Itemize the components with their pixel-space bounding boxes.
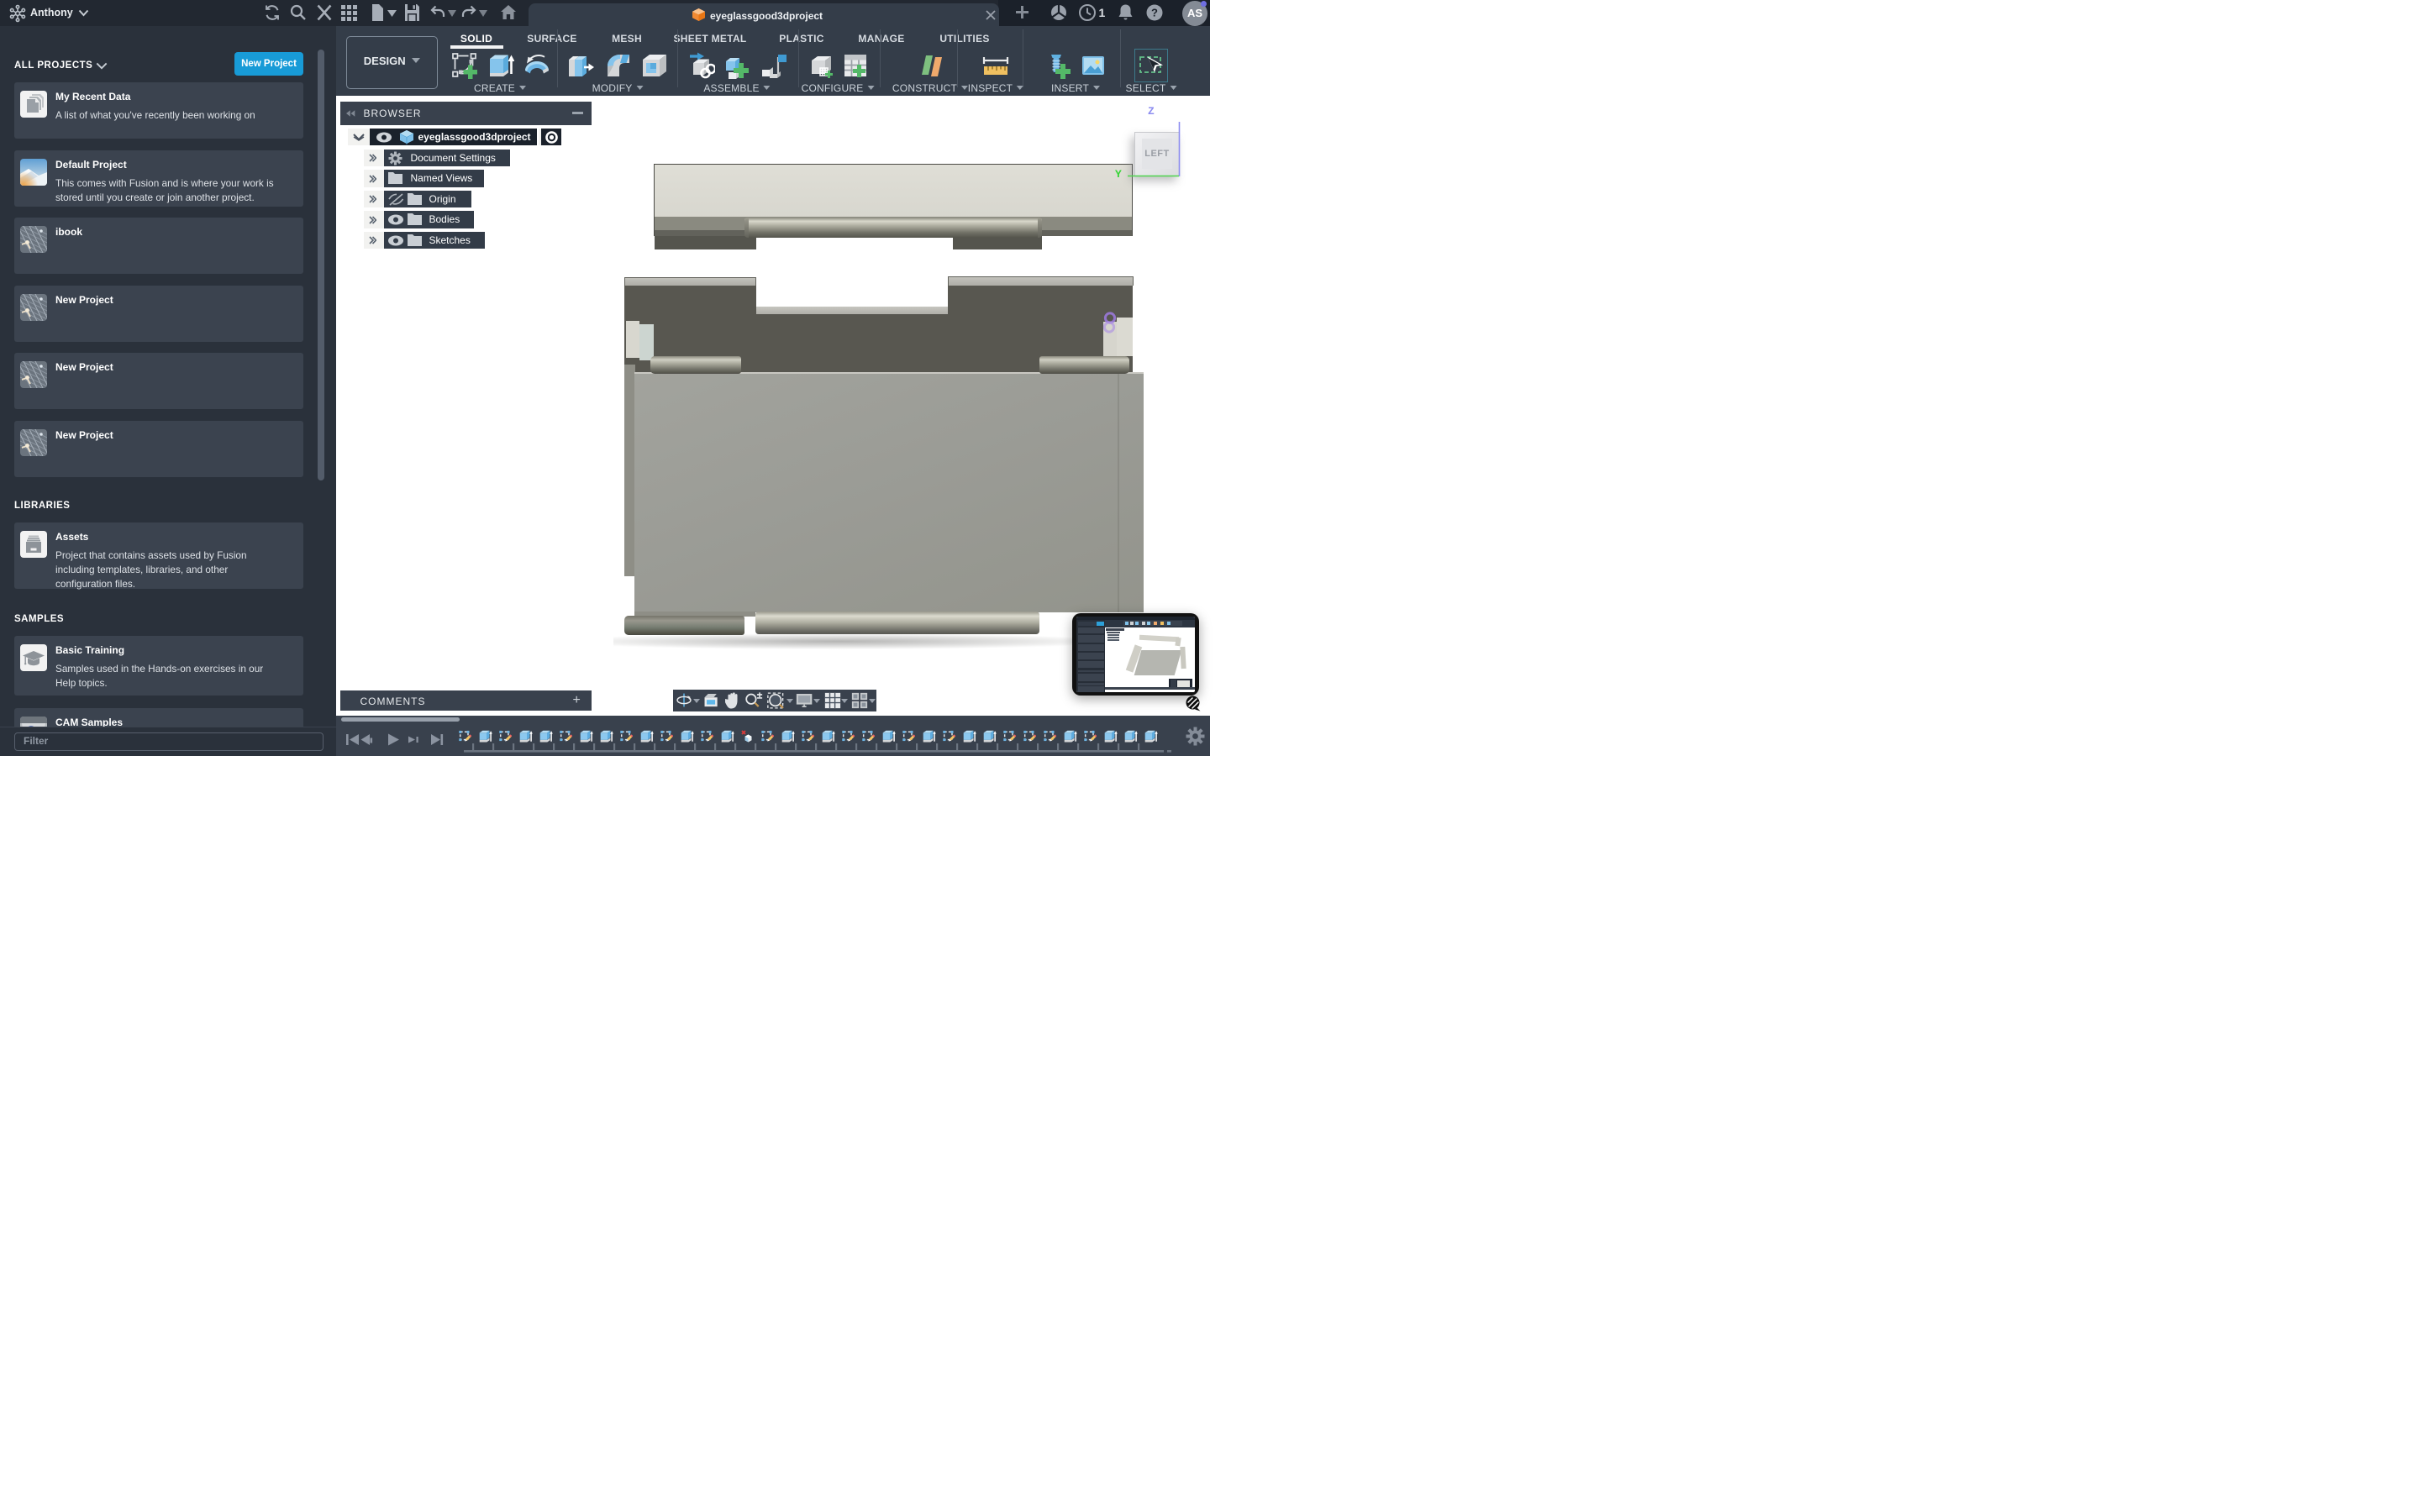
svg-text:?: ?: [1151, 7, 1158, 19]
